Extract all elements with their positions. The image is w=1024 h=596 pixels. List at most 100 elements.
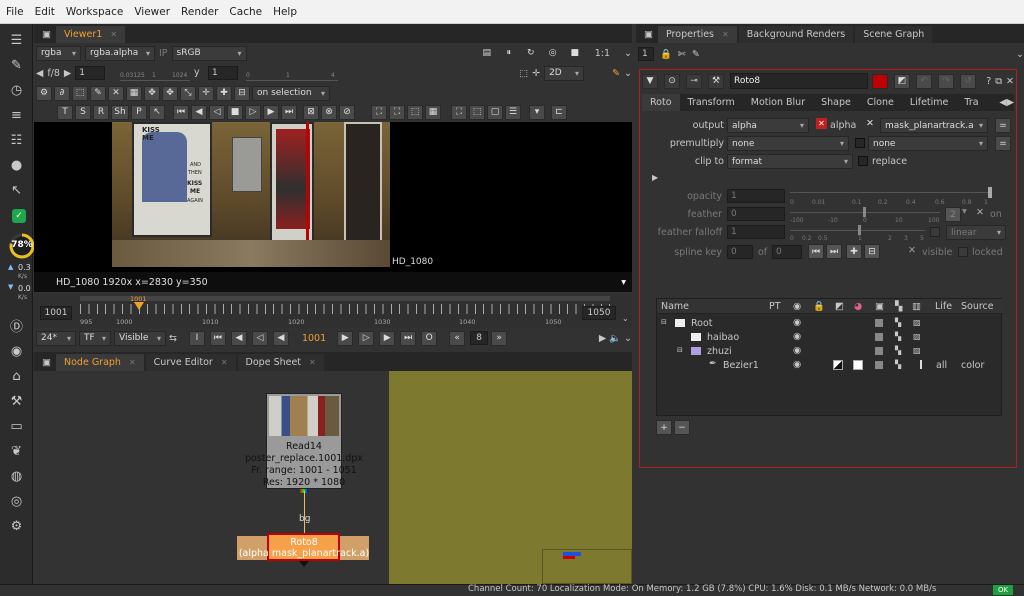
- slider-handle[interactable]: [863, 207, 866, 217]
- transform-box-icon[interactable]: ⬚: [72, 85, 88, 101]
- dropdown-icon[interactable]: ▾: [529, 104, 545, 120]
- blend-mode-icon[interactable]: [833, 360, 843, 370]
- overlay-icon[interactable]: ▨: [913, 346, 921, 355]
- timeline-range-bar[interactable]: [80, 296, 610, 301]
- tree-header-life[interactable]: Life: [935, 301, 952, 312]
- premult-extra-icon[interactable]: =: [995, 136, 1011, 151]
- spline-key-field[interactable]: 0: [727, 245, 753, 259]
- tool-t-button[interactable]: T: [57, 104, 73, 120]
- arrows-icon[interactable]: ✥: [144, 85, 160, 101]
- tab-dope-sheet[interactable]: Dope Sheet ✕: [237, 354, 324, 371]
- key-delete-icon[interactable]: ⊘: [339, 104, 355, 120]
- tab-scene-graph[interactable]: Scene Graph: [855, 26, 933, 43]
- grid-icon[interactable]: ▦: [425, 104, 441, 120]
- flipbook-icon[interactable]: ▶: [599, 333, 606, 344]
- feather-field[interactable]: 0: [727, 207, 785, 221]
- arrows-in-icon[interactable]: ✥: [162, 85, 178, 101]
- center-icon[interactable]: ⊙: [664, 73, 680, 89]
- revert-icon[interactable]: ↺: [960, 73, 976, 89]
- key-remove-icon[interactable]: ⊗: [321, 104, 337, 120]
- fstop-right-icon[interactable]: ▶: [64, 68, 71, 79]
- invert-box[interactable]: [875, 333, 883, 341]
- edit-icon[interactable]: ✎: [692, 49, 700, 60]
- float-window-icon[interactable]: ⧉: [995, 76, 1002, 87]
- ratio-label[interactable]: 1:1: [595, 48, 610, 59]
- wrench-icon[interactable]: ⚒: [6, 392, 27, 410]
- cross-icon[interactable]: ✕: [108, 85, 124, 101]
- view-mode-dropdown[interactable]: 2D: [544, 65, 585, 81]
- max-panels-field[interactable]: 1: [638, 47, 654, 61]
- subtab-motion-blur[interactable]: Motion Blur: [743, 97, 813, 108]
- channels-dropdown[interactable]: rgba: [36, 45, 81, 61]
- mask-checkbox-icon[interactable]: ✕: [866, 118, 874, 129]
- feather-dropdown-icon[interactable]: ▾: [962, 206, 967, 217]
- clock-icon[interactable]: ◷: [6, 81, 27, 99]
- pen-icon[interactable]: ✎: [6, 56, 27, 74]
- visible-dropdown[interactable]: Visible: [114, 330, 166, 346]
- playhead-icon[interactable]: [134, 302, 144, 310]
- grid-icon[interactable]: ▦: [126, 85, 142, 101]
- overlay-bar[interactable]: [920, 360, 922, 369]
- tool-sh-button[interactable]: Sh: [111, 104, 129, 120]
- tree-row[interactable]: ⊟ Root ◉ ▚ ▨: [657, 317, 1003, 331]
- node-name-field[interactable]: Roto8: [730, 73, 868, 89]
- leaf-icon[interactable]: ❦: [6, 442, 27, 460]
- gear-icon[interactable]: ⚙: [6, 517, 27, 535]
- tab-scroll-right-icon[interactable]: ▶: [1007, 97, 1014, 108]
- invert-box[interactable]: [875, 361, 883, 369]
- brush-icon[interactable]: ✎: [612, 68, 620, 79]
- overlay-icon[interactable]: ▨: [913, 318, 921, 327]
- last-frame-icon[interactable]: ⏭: [281, 104, 297, 120]
- menu-help[interactable]: Help: [273, 6, 297, 18]
- move-icon[interactable]: ✛: [198, 85, 214, 101]
- play-back-icon[interactable]: ◀: [272, 330, 289, 346]
- replace-checkbox[interactable]: [858, 156, 868, 166]
- add-point-icon[interactable]: ✚: [216, 85, 232, 101]
- transform-icon[interactable]: ✛: [532, 68, 540, 79]
- locked-checkbox[interactable]: [958, 247, 968, 257]
- cursor-icon[interactable]: ↖: [149, 104, 165, 120]
- collapse-icon[interactable]: ⊟: [661, 318, 667, 326]
- roi-icon[interactable]: ⬚: [519, 68, 528, 79]
- motion-blur-icon[interactable]: ▚: [895, 360, 901, 369]
- menu-workspace[interactable]: Workspace: [66, 6, 123, 18]
- float-icon[interactable]: ✄: [678, 49, 686, 60]
- scale-icon[interactable]: ⤡: [180, 85, 196, 101]
- step-back-icon[interactable]: ◁: [251, 330, 268, 346]
- invert-icon[interactable]: ▣: [875, 301, 884, 312]
- premultiply-dropdown[interactable]: none: [727, 136, 849, 151]
- blend-icon[interactable]: ◩: [835, 301, 844, 312]
- eye-icon[interactable]: ◉: [793, 317, 801, 328]
- last-frame-icon[interactable]: ⏭: [400, 330, 417, 346]
- fstop-left-icon[interactable]: ◀: [36, 68, 43, 79]
- menu-edit[interactable]: Edit: [35, 6, 55, 18]
- chevron-down-icon[interactable]: ⌄: [624, 333, 632, 344]
- mask-extra-icon[interactable]: =: [995, 118, 1011, 133]
- eye-icon[interactable]: ◉: [793, 331, 801, 342]
- remove-point-icon[interactable]: ⊟: [234, 85, 250, 101]
- stop-icon[interactable]: ■: [227, 104, 243, 120]
- viewer-canvas[interactable]: KISS ME AND THEN KISS ME AGAIN HD_1080: [34, 122, 632, 272]
- ip-button[interactable]: IP: [159, 48, 168, 59]
- chevron-down-icon[interactable]: ⌄: [1016, 49, 1024, 60]
- subtab-clone[interactable]: Clone: [859, 97, 902, 108]
- tf-dropdown[interactable]: TF: [79, 330, 111, 346]
- invert-box[interactable]: [875, 319, 883, 327]
- link-icon[interactable]: ∂: [54, 85, 70, 101]
- settings-icon[interactable]: ⚙: [36, 85, 52, 101]
- sphere-icon[interactable]: ●: [6, 156, 27, 174]
- next-key-icon[interactable]: ▶: [263, 104, 279, 120]
- gamma-field[interactable]: 1: [208, 66, 238, 80]
- out-point-icon[interactable]: O: [421, 330, 438, 346]
- motion-blur-icon[interactable]: ▚: [895, 332, 901, 341]
- nodegraph-backdrop[interactable]: [389, 371, 632, 584]
- first-frame-icon[interactable]: ⏮: [209, 330, 226, 346]
- cup-icon[interactable]: ◎: [6, 492, 27, 510]
- alpha-dropdown[interactable]: rgba.alpha: [85, 45, 155, 61]
- close-icon[interactable]: ✕: [1006, 76, 1014, 87]
- feather-curve-icon[interactable]: 2: [945, 207, 961, 222]
- chevron-down-icon[interactable]: ⌄: [622, 314, 629, 323]
- slider-handle[interactable]: [858, 225, 861, 235]
- mask-dropdown[interactable]: mask_planartrack.a: [880, 118, 988, 133]
- opacity-field[interactable]: 1: [727, 189, 785, 203]
